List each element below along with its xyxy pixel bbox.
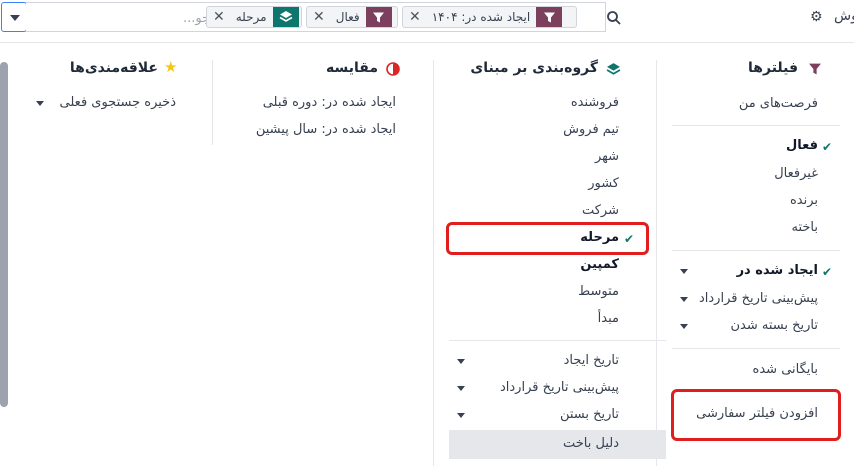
separator: [672, 348, 840, 349]
filters-heading: فیلترها: [748, 60, 798, 76]
groupby-country[interactable]: کشور: [588, 176, 619, 191]
groupby-city[interactable]: شهر: [595, 149, 619, 164]
facet-label: مرحله: [235, 10, 267, 24]
caret-down-icon[interactable]: [36, 101, 44, 106]
facet-filter-active: ✕ فعال: [306, 6, 398, 28]
caret-down-icon[interactable]: [457, 359, 465, 364]
hovered-row: [449, 430, 666, 459]
groupby-source[interactable]: مبدأ: [598, 311, 619, 326]
highlight-box: [671, 389, 841, 441]
save-current-search[interactable]: ذخیره جستجوی فعلی: [60, 95, 176, 110]
layers-icon: [606, 63, 621, 75]
caret-down-icon[interactable]: [680, 269, 688, 274]
checkmark-icon: ✔: [822, 265, 833, 279]
search-bar[interactable]: ✕ مرحله ✕ فعال ✕ ایجاد شده در: ۱۴۰۴: [26, 2, 621, 32]
caret-down-icon: [10, 15, 20, 21]
checkmark-icon: ✔: [822, 140, 833, 154]
page-title: وش: [834, 8, 854, 24]
filter-icon: [536, 7, 563, 27]
control-panel: ✕ مرحله ✕ فعال ✕ ایجاد شده در: ۱۴۰۴ ⚙ وش: [0, 0, 854, 43]
comparison-previous-year[interactable]: ایجاد شده در: سال پیشین: [256, 122, 396, 137]
groupby-closed-date[interactable]: تاریخ بستن: [560, 407, 619, 422]
caret-down-icon[interactable]: [457, 413, 465, 418]
filter-inactive[interactable]: غیرفعال: [774, 166, 818, 181]
layers-icon: [272, 7, 299, 27]
facet-label: فعال: [335, 10, 360, 24]
comparison-previous-period[interactable]: ایجاد شده در: دوره قبلی: [263, 95, 396, 110]
filter-won[interactable]: برنده: [790, 193, 818, 208]
groupby-campaign[interactable]: کمپین: [580, 257, 619, 272]
comparison-heading: مقایسه: [326, 60, 378, 76]
gear-icon[interactable]: ⚙: [810, 9, 823, 25]
filter-archived[interactable]: بایگانی شده: [753, 362, 818, 377]
facet-remove-button[interactable]: ✕: [403, 9, 426, 25]
facet-remove-button[interactable]: ✕: [207, 9, 230, 25]
column-divider: [433, 60, 434, 466]
highlight-box: [446, 222, 649, 255]
search-icon[interactable]: [606, 10, 622, 26]
search-panel-toggle-button[interactable]: [1, 2, 27, 32]
scrollbar[interactable]: [0, 62, 8, 407]
facet-label: ایجاد شده در: ۱۴۰۴: [431, 10, 531, 24]
filter-created-on[interactable]: ایجاد شده در: [737, 263, 818, 278]
groupby-salesperson[interactable]: فروشنده: [571, 95, 619, 110]
filter-active[interactable]: فعال: [786, 138, 818, 153]
filter-closed-date[interactable]: تاریخ بسته شدن: [730, 318, 818, 333]
filter-expected-closing[interactable]: پیش‌بینی تاریخ قرارداد: [699, 291, 818, 306]
facet-filter-created-on: ✕ ایجاد شده در: ۱۴۰۴: [402, 6, 577, 28]
filter-icon: [809, 63, 821, 75]
facet-remove-button[interactable]: ✕: [307, 9, 330, 25]
caret-down-icon[interactable]: [457, 386, 465, 391]
groupby-heading: گروه‌بندی بر مبنای: [470, 60, 598, 76]
filter-lost[interactable]: باخته: [791, 220, 818, 235]
star-icon: ★: [164, 58, 178, 76]
separator: [449, 340, 666, 341]
caret-down-icon[interactable]: [680, 324, 688, 329]
groupby-medium[interactable]: متوسط: [578, 284, 619, 299]
column-divider: [212, 60, 213, 145]
separator: [672, 125, 840, 126]
caret-down-icon[interactable]: [680, 297, 688, 302]
separator: [672, 250, 840, 251]
comparison-icon: [386, 62, 400, 76]
groupby-sales-team[interactable]: تیم فروش: [563, 122, 619, 137]
filter-my-opportunities[interactable]: فرصت‌های من: [739, 96, 818, 111]
favorites-heading: علاقه‌مندی‌ها: [69, 60, 158, 76]
groupby-creation-date[interactable]: تاریخ ایجاد: [564, 353, 619, 368]
groupby-company[interactable]: شرکت: [582, 203, 619, 218]
column-divider: [656, 60, 657, 466]
facet-groupby-stage: ✕ مرحله: [206, 6, 302, 28]
groupby-expected-closing[interactable]: پیش‌بینی تاریخ قرارداد: [500, 380, 619, 395]
groupby-lost-reason[interactable]: دلیل باخت: [563, 436, 619, 451]
breadcrumb: ⚙ وش: [808, 8, 854, 28]
filter-icon: [365, 7, 392, 27]
